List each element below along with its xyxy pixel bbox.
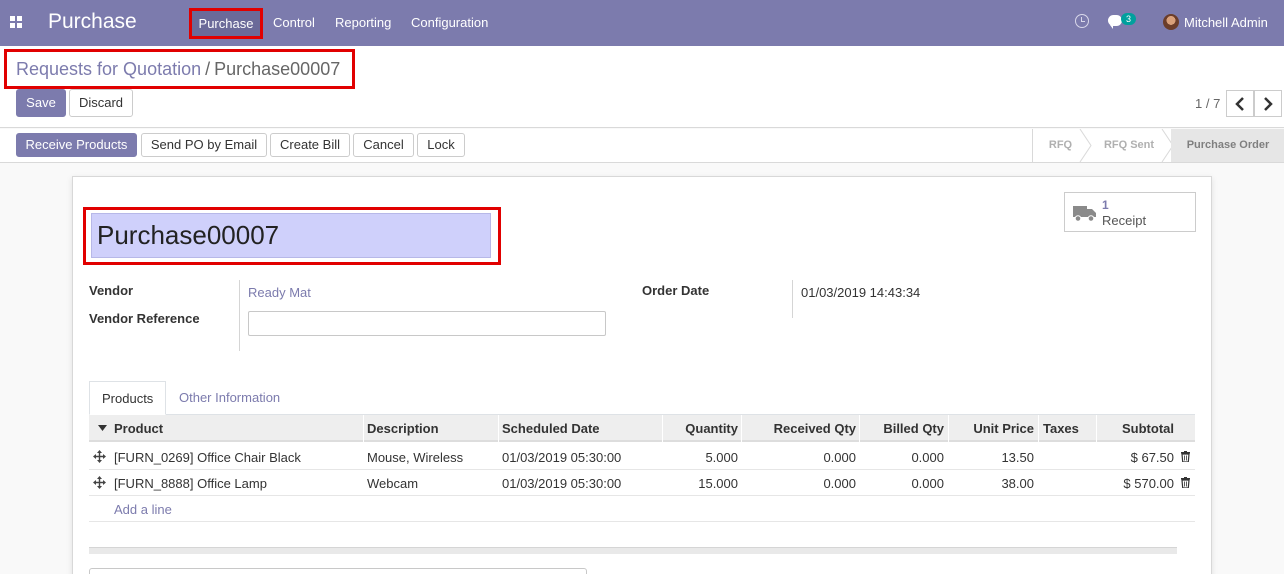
receipt-label: Receipt xyxy=(1102,213,1147,228)
cell-scheduled-date: 01/03/2019 05:30:00 xyxy=(502,450,622,465)
cell-subtotal: $ 570.00 xyxy=(1123,476,1174,491)
cell-description: Mouse, Wireless xyxy=(367,450,464,465)
column-product[interactable]: Product xyxy=(114,421,163,436)
cell-product: [FURN_8888] Office Lamp xyxy=(114,476,267,491)
breadcrumb-parent-link[interactable]: Requests for Quotation xyxy=(16,59,201,79)
pager-value: 1 / 7 xyxy=(1195,96,1221,111)
pager-previous-button[interactable] xyxy=(1226,90,1254,117)
breadcrumb-separator: / xyxy=(205,59,211,79)
status-step-purchase-order[interactable]: Purchase Order xyxy=(1171,129,1284,162)
trash-icon[interactable] xyxy=(1181,451,1190,462)
cell-unit-price: 38.00 xyxy=(1001,476,1034,491)
control-panel: Requests for Quotation / Purchase00007 Sav… xyxy=(0,46,1284,128)
tab-other-information[interactable]: Other Information xyxy=(167,381,292,415)
drag-handle-icon[interactable] xyxy=(93,450,106,463)
cell-scheduled-date: 01/03/2019 05:30:00 xyxy=(502,476,622,491)
cell-billed-qty: 0.000 xyxy=(911,450,944,465)
status-step-rfq-sent[interactable]: RFQ Sent xyxy=(1091,129,1167,162)
cell-received-qty: 0.000 xyxy=(823,450,856,465)
chevron-left-icon xyxy=(1235,97,1244,111)
table-row[interactable]: [FURN_8888] Office Lamp Webcam 01/03/201… xyxy=(89,470,1195,496)
cell-received-qty: 0.000 xyxy=(823,476,856,491)
order-name-highlight: Purchase00007 xyxy=(83,207,501,265)
menu-reporting[interactable]: Reporting xyxy=(335,15,391,30)
notebook-tabs: Products Other Information xyxy=(89,381,1195,415)
table-footer-bar xyxy=(89,547,1177,554)
form-sheet: 1 Receipt Purchase00007 Vendor Vendor Re… xyxy=(72,176,1212,574)
cell-quantity: 15.000 xyxy=(698,476,738,491)
breadcrumb: Requests for Quotation / Purchase00007 xyxy=(4,49,355,89)
column-billed-qty[interactable]: Billed Qty xyxy=(859,421,944,436)
add-line-row: Add a line xyxy=(89,496,1195,522)
drag-handle-icon[interactable] xyxy=(93,476,106,489)
app-brand-title: Purchase xyxy=(48,10,137,33)
trash-icon[interactable] xyxy=(1181,477,1190,488)
tab-products[interactable]: Products xyxy=(89,381,167,415)
field-divider xyxy=(239,280,240,351)
column-scheduled-date[interactable]: Scheduled Date xyxy=(502,421,600,436)
cell-subtotal: $ 67.50 xyxy=(1130,450,1174,465)
receipt-count: 1 xyxy=(1102,198,1109,212)
lock-button[interactable]: Lock xyxy=(417,133,465,157)
cell-unit-price: 13.50 xyxy=(1001,450,1034,465)
column-quantity[interactable]: Quantity xyxy=(662,421,738,436)
cell-quantity: 5.000 xyxy=(705,450,738,465)
column-subtotal[interactable]: Subtotal xyxy=(1096,421,1174,436)
top-navbar: Purchase Purchase Control Reporting Conf… xyxy=(0,0,1284,46)
cell-product: [FURN_0269] Office Chair Black xyxy=(114,450,301,465)
cancel-button[interactable]: Cancel xyxy=(353,133,414,157)
pager-next-button[interactable] xyxy=(1254,90,1282,117)
column-description[interactable]: Description xyxy=(367,421,439,436)
form-statusbar: Receive Products Send PO by Email Create… xyxy=(0,129,1284,163)
save-button[interactable]: Save xyxy=(16,89,66,117)
user-avatar[interactable] xyxy=(1163,14,1179,30)
menu-purchase[interactable]: Purchase xyxy=(189,8,263,39)
status-steps: RFQ RFQ Sent Purchase Order xyxy=(1032,129,1284,162)
add-line-link[interactable]: Add a line xyxy=(114,502,172,517)
column-unit-price[interactable]: Unit Price xyxy=(948,421,1034,436)
truck-icon xyxy=(1073,206,1096,222)
field-divider xyxy=(792,280,793,318)
menu-configuration[interactable]: Configuration xyxy=(411,15,488,30)
vendor-reference-input[interactable] xyxy=(248,311,606,336)
user-menu-name[interactable]: Mitchell Admin xyxy=(1184,15,1268,30)
terms-notes-field[interactable] xyxy=(89,568,587,574)
breadcrumb-current: Purchase00007 xyxy=(214,59,341,79)
table-row[interactable]: [FURN_0269] Office Chair Black Mouse, Wi… xyxy=(89,444,1195,470)
order-name-field[interactable]: Purchase00007 xyxy=(91,213,491,258)
receipt-smart-button[interactable]: 1 Receipt xyxy=(1064,192,1196,232)
order-date-field[interactable]: 01/03/2019 14:43:34 xyxy=(801,285,920,300)
table-header: Product Description Scheduled Date Quant… xyxy=(89,415,1195,442)
caret-down-icon[interactable] xyxy=(98,425,107,431)
order-date-label: Order Date xyxy=(642,283,710,298)
column-taxes[interactable]: Taxes xyxy=(1043,421,1079,436)
receive-products-button[interactable]: Receive Products xyxy=(16,133,137,157)
discard-button[interactable]: Discard xyxy=(69,89,133,117)
menu-control[interactable]: Control xyxy=(273,15,315,30)
chevron-right-icon xyxy=(1264,97,1273,111)
messaging-chat-icon[interactable] xyxy=(1108,15,1122,29)
cell-description: Webcam xyxy=(367,476,419,491)
apps-menu-icon[interactable] xyxy=(10,16,24,30)
vendor-field[interactable]: Ready Mat xyxy=(248,285,311,300)
activity-clock-icon[interactable] xyxy=(1075,14,1089,28)
send-po-email-button[interactable]: Send PO by Email xyxy=(141,133,267,157)
vendor-reference-label: Vendor Reference xyxy=(89,311,200,326)
cell-billed-qty: 0.000 xyxy=(911,476,944,491)
column-received-qty[interactable]: Received Qty xyxy=(741,421,856,436)
create-bill-button[interactable]: Create Bill xyxy=(270,133,350,157)
vendor-label: Vendor xyxy=(89,283,134,298)
chat-count-badge: 3 xyxy=(1121,13,1137,25)
